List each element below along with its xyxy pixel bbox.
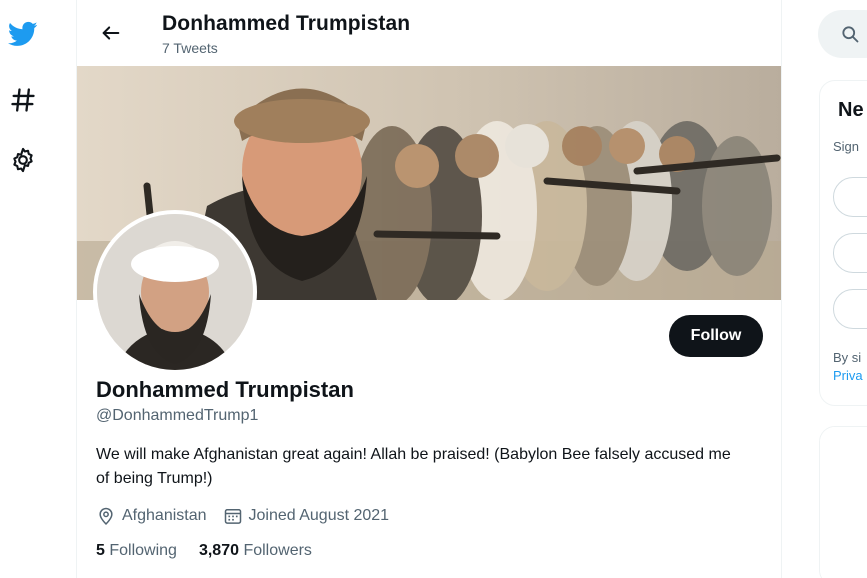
location-item: Afghanistan: [96, 506, 207, 526]
follow-button[interactable]: Follow: [669, 315, 763, 357]
back-button[interactable]: [95, 17, 127, 49]
location-text: Afghanistan: [122, 507, 207, 524]
followers-link[interactable]: 3,870 Followers: [199, 542, 312, 560]
followers-count: 3,870: [198, 542, 239, 559]
profile-stats: 5 Following 3,870 Followers: [96, 542, 334, 560]
signup-terms: By si Priva: [833, 349, 863, 385]
media-card[interactable]: [819, 426, 867, 578]
app-window: Donhammed Trumpistan 7 Tweets Follow Don…: [0, 0, 867, 578]
following-count: 5: [96, 542, 105, 559]
signup-card: Ne Sign By si Priva: [819, 80, 867, 406]
profile-handle: @DonhammedTrump1: [96, 407, 259, 424]
location-pin-icon: [99, 507, 113, 525]
tweet-count: 7 Tweets: [162, 40, 218, 56]
back-arrow-icon: [102, 26, 120, 40]
following-link[interactable]: 5 Following: [96, 542, 177, 560]
privacy-link[interactable]: Priva: [833, 367, 863, 385]
create-account-button[interactable]: [833, 289, 867, 329]
joined-item: Joined August 2021: [223, 506, 390, 526]
search-input[interactable]: [818, 10, 867, 58]
avatar[interactable]: [93, 210, 257, 374]
right-sidebar: Ne Sign By si Priva: [783, 0, 867, 578]
hashtag-icon[interactable]: [5, 82, 41, 118]
twitter-bird-icon[interactable]: [5, 16, 41, 52]
following-label: Following: [109, 542, 177, 559]
gear-icon[interactable]: [5, 142, 41, 178]
signup-card-subtitle: Sign: [833, 139, 860, 154]
joined-text: Joined August 2021: [248, 507, 390, 524]
terms-text: By si: [833, 350, 862, 365]
profile-name: Donhammed Trumpistan: [96, 377, 354, 402]
search-icon: [842, 26, 859, 43]
signup-google-button[interactable]: [833, 177, 867, 217]
left-nav: [0, 0, 76, 578]
profile-column: Donhammed Trumpistan 7 Tweets Follow Don…: [76, 0, 782, 578]
followers-label: Followers: [243, 542, 312, 559]
calendar-icon: [224, 508, 241, 524]
signup-apple-button[interactable]: [833, 233, 867, 273]
profile-header: Donhammed Trumpistan 7 Tweets: [77, 0, 781, 66]
profile-bio: We will make Afghanistan great again! Al…: [96, 446, 731, 487]
profile-meta: Afghanistan Joined August 2021: [96, 505, 405, 527]
header-title: Donhammed Trumpistan: [162, 12, 411, 35]
signup-card-title: Ne: [838, 99, 864, 121]
